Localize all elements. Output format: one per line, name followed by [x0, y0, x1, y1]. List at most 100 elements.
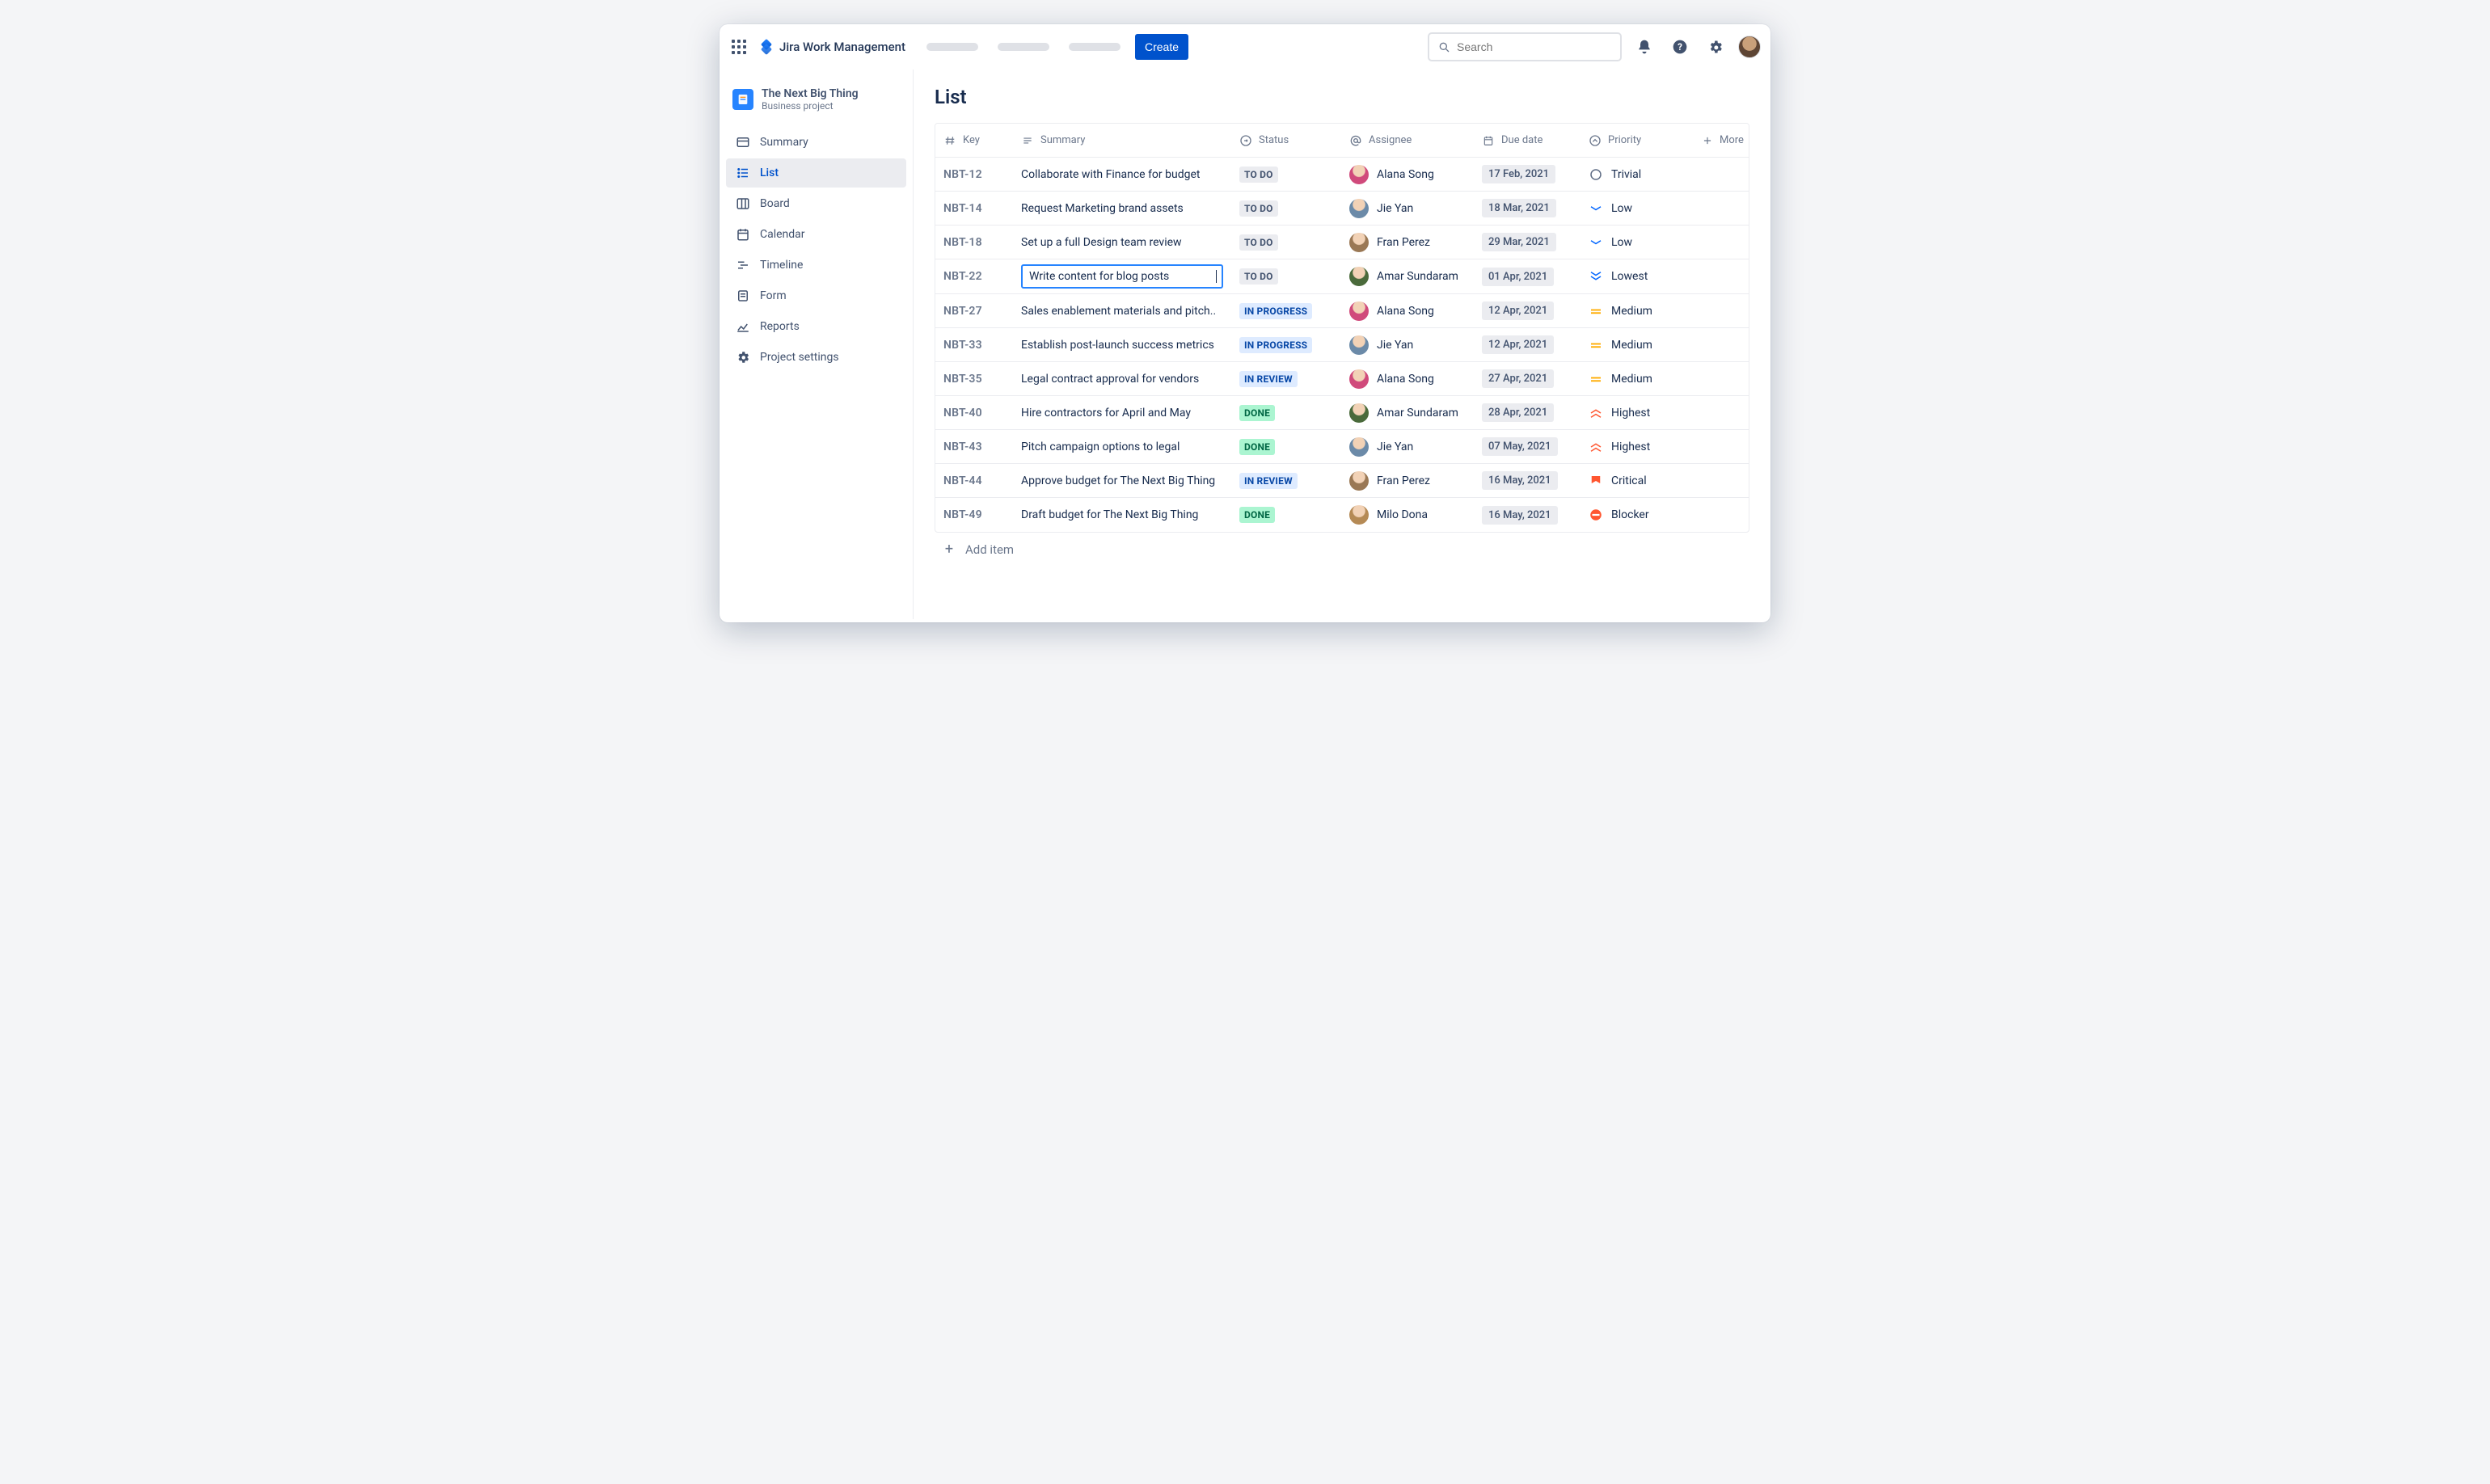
summary-cell[interactable]: Set up a full Design team review — [1013, 231, 1231, 254]
due-cell[interactable]: 16 May, 2021 — [1474, 501, 1581, 529]
due-cell[interactable]: 16 May, 2021 — [1474, 466, 1581, 495]
priority-cell[interactable]: Low — [1581, 196, 1694, 221]
assignee-cell[interactable]: Jie Yan — [1341, 331, 1474, 360]
summary-cell[interactable]: Hire contractors for April and May — [1013, 402, 1231, 424]
priority-cell[interactable]: Medium — [1581, 299, 1694, 323]
assignee-cell[interactable]: Fran Perez — [1341, 466, 1474, 495]
table-row[interactable]: NBT-35Legal contract approval for vendor… — [935, 362, 1749, 396]
status-cell[interactable]: TO DO — [1231, 196, 1341, 221]
status-cell[interactable]: IN PROGRESS — [1231, 298, 1341, 324]
add-item-button[interactable]: + Add item — [935, 533, 1749, 567]
assignee-cell[interactable]: Alana Song — [1341, 297, 1474, 326]
status-cell[interactable]: TO DO — [1231, 230, 1341, 255]
summary-cell[interactable]: Collaborate with Finance for budget — [1013, 163, 1231, 186]
assignee-cell[interactable]: Amar Sundaram — [1341, 262, 1474, 291]
priority-cell[interactable]: Lowest — [1581, 264, 1694, 289]
sidebar-item-calendar[interactable]: Calendar — [726, 220, 906, 249]
sidebar-item-list[interactable]: List — [726, 158, 906, 188]
table-row[interactable]: NBT-33Establish post-launch success metr… — [935, 328, 1749, 362]
col-header-summary[interactable]: Summary — [1013, 129, 1231, 152]
table-row[interactable]: NBT-22 Write content for blog posts TO DOA… — [935, 259, 1749, 294]
col-header-priority[interactable]: Priority — [1581, 129, 1694, 152]
settings-icon[interactable] — [1703, 34, 1728, 60]
sidebar-item-timeline[interactable]: Timeline — [726, 251, 906, 280]
table-row[interactable]: NBT-12Collaborate with Finance for budge… — [935, 158, 1749, 192]
status-cell[interactable]: IN REVIEW — [1231, 366, 1341, 392]
summary-cell[interactable]: Approve budget for The Next Big Thing — [1013, 470, 1231, 492]
issue-key[interactable]: NBT-43 — [935, 436, 1013, 458]
due-cell[interactable]: 28 Apr, 2021 — [1474, 398, 1581, 427]
issue-key[interactable]: NBT-12 — [935, 163, 1013, 186]
summary-cell[interactable]: Pitch campaign options to legal — [1013, 436, 1231, 458]
issue-key[interactable]: NBT-27 — [935, 300, 1013, 323]
priority-cell[interactable]: Highest — [1581, 401, 1694, 425]
issue-key[interactable]: NBT-35 — [935, 368, 1013, 390]
status-cell[interactable]: DONE — [1231, 434, 1341, 460]
app-switcher-icon[interactable] — [729, 37, 749, 57]
sidebar-item-project-settings[interactable]: Project settings — [726, 343, 906, 372]
notifications-icon[interactable] — [1631, 34, 1657, 60]
priority-cell[interactable]: Medium — [1581, 367, 1694, 391]
priority-cell[interactable]: Blocker — [1581, 503, 1694, 527]
due-cell[interactable]: 07 May, 2021 — [1474, 432, 1581, 461]
due-cell[interactable]: 01 Apr, 2021 — [1474, 263, 1581, 291]
sidebar-item-board[interactable]: Board — [726, 189, 906, 218]
priority-cell[interactable]: Critical — [1581, 469, 1694, 493]
priority-cell[interactable]: Medium — [1581, 333, 1694, 357]
table-row[interactable]: NBT-27Sales enablement materials and pit… — [935, 294, 1749, 328]
assignee-cell[interactable]: Alana Song — [1341, 365, 1474, 394]
summary-cell[interactable]: Legal contract approval for vendors — [1013, 368, 1231, 390]
summary-edit-input[interactable]: Write content for blog posts — [1021, 264, 1223, 289]
create-button[interactable]: Create — [1135, 34, 1188, 60]
issue-key[interactable]: NBT-18 — [935, 231, 1013, 254]
search-input[interactable] — [1457, 40, 1612, 53]
due-cell[interactable]: 12 Apr, 2021 — [1474, 297, 1581, 325]
issue-key[interactable]: NBT-14 — [935, 197, 1013, 220]
assignee-cell[interactable]: Jie Yan — [1341, 194, 1474, 223]
status-cell[interactable]: DONE — [1231, 400, 1341, 426]
table-row[interactable]: NBT-40Hire contractors for April and May… — [935, 396, 1749, 430]
summary-cell[interactable]: Establish post-launch success metrics — [1013, 334, 1231, 356]
summary-cell[interactable]: Write content for blog posts — [1013, 259, 1231, 293]
col-header-due[interactable]: Due date — [1474, 129, 1581, 152]
summary-cell[interactable]: Sales enablement materials and pitch.. — [1013, 300, 1231, 323]
user-avatar[interactable] — [1738, 36, 1761, 58]
due-cell[interactable]: 17 Feb, 2021 — [1474, 160, 1581, 188]
assignee-cell[interactable]: Fran Perez — [1341, 228, 1474, 257]
nav-placeholder[interactable] — [998, 43, 1049, 51]
col-header-more[interactable]: More — [1694, 129, 1739, 152]
issue-key[interactable]: NBT-22 — [935, 265, 1013, 288]
nav-placeholder[interactable] — [926, 43, 978, 51]
table-row[interactable]: NBT-43Pitch campaign options to legalDON… — [935, 430, 1749, 464]
sidebar-item-summary[interactable]: Summary — [726, 128, 906, 157]
due-cell[interactable]: 18 Mar, 2021 — [1474, 194, 1581, 222]
project-card[interactable]: The Next Big Thing Business project — [726, 82, 906, 116]
priority-cell[interactable]: Low — [1581, 230, 1694, 255]
assignee-cell[interactable]: Amar Sundaram — [1341, 398, 1474, 428]
due-cell[interactable]: 27 Apr, 2021 — [1474, 365, 1581, 393]
status-cell[interactable]: IN REVIEW — [1231, 468, 1341, 494]
search-box[interactable] — [1428, 32, 1622, 61]
issue-key[interactable]: NBT-44 — [935, 470, 1013, 492]
due-cell[interactable]: 29 Mar, 2021 — [1474, 228, 1581, 256]
status-cell[interactable]: TO DO — [1231, 162, 1341, 188]
table-row[interactable]: NBT-18Set up a full Design team reviewTO… — [935, 226, 1749, 259]
due-cell[interactable]: 12 Apr, 2021 — [1474, 331, 1581, 359]
help-icon[interactable]: ? — [1667, 34, 1693, 60]
summary-cell[interactable]: Request Marketing brand assets — [1013, 197, 1231, 220]
status-cell[interactable]: DONE — [1231, 502, 1341, 528]
issue-key[interactable]: NBT-49 — [935, 504, 1013, 526]
nav-placeholder[interactable] — [1069, 43, 1120, 51]
table-row[interactable]: NBT-44Approve budget for The Next Big Th… — [935, 464, 1749, 498]
table-row[interactable]: NBT-49Draft budget for The Next Big Thin… — [935, 498, 1749, 532]
table-row[interactable]: NBT-14Request Marketing brand assetsTO D… — [935, 192, 1749, 226]
sidebar-item-form[interactable]: Form — [726, 281, 906, 310]
status-cell[interactable]: TO DO — [1231, 263, 1341, 289]
col-header-status[interactable]: Status — [1231, 129, 1341, 152]
summary-cell[interactable]: Draft budget for The Next Big Thing — [1013, 504, 1231, 526]
product-logo[interactable]: Jira Work Management — [758, 39, 905, 55]
assignee-cell[interactable]: Alana Song — [1341, 160, 1474, 189]
sidebar-item-reports[interactable]: Reports — [726, 312, 906, 341]
col-header-assignee[interactable]: Assignee — [1341, 129, 1474, 152]
col-header-key[interactable]: Key — [935, 129, 1013, 152]
